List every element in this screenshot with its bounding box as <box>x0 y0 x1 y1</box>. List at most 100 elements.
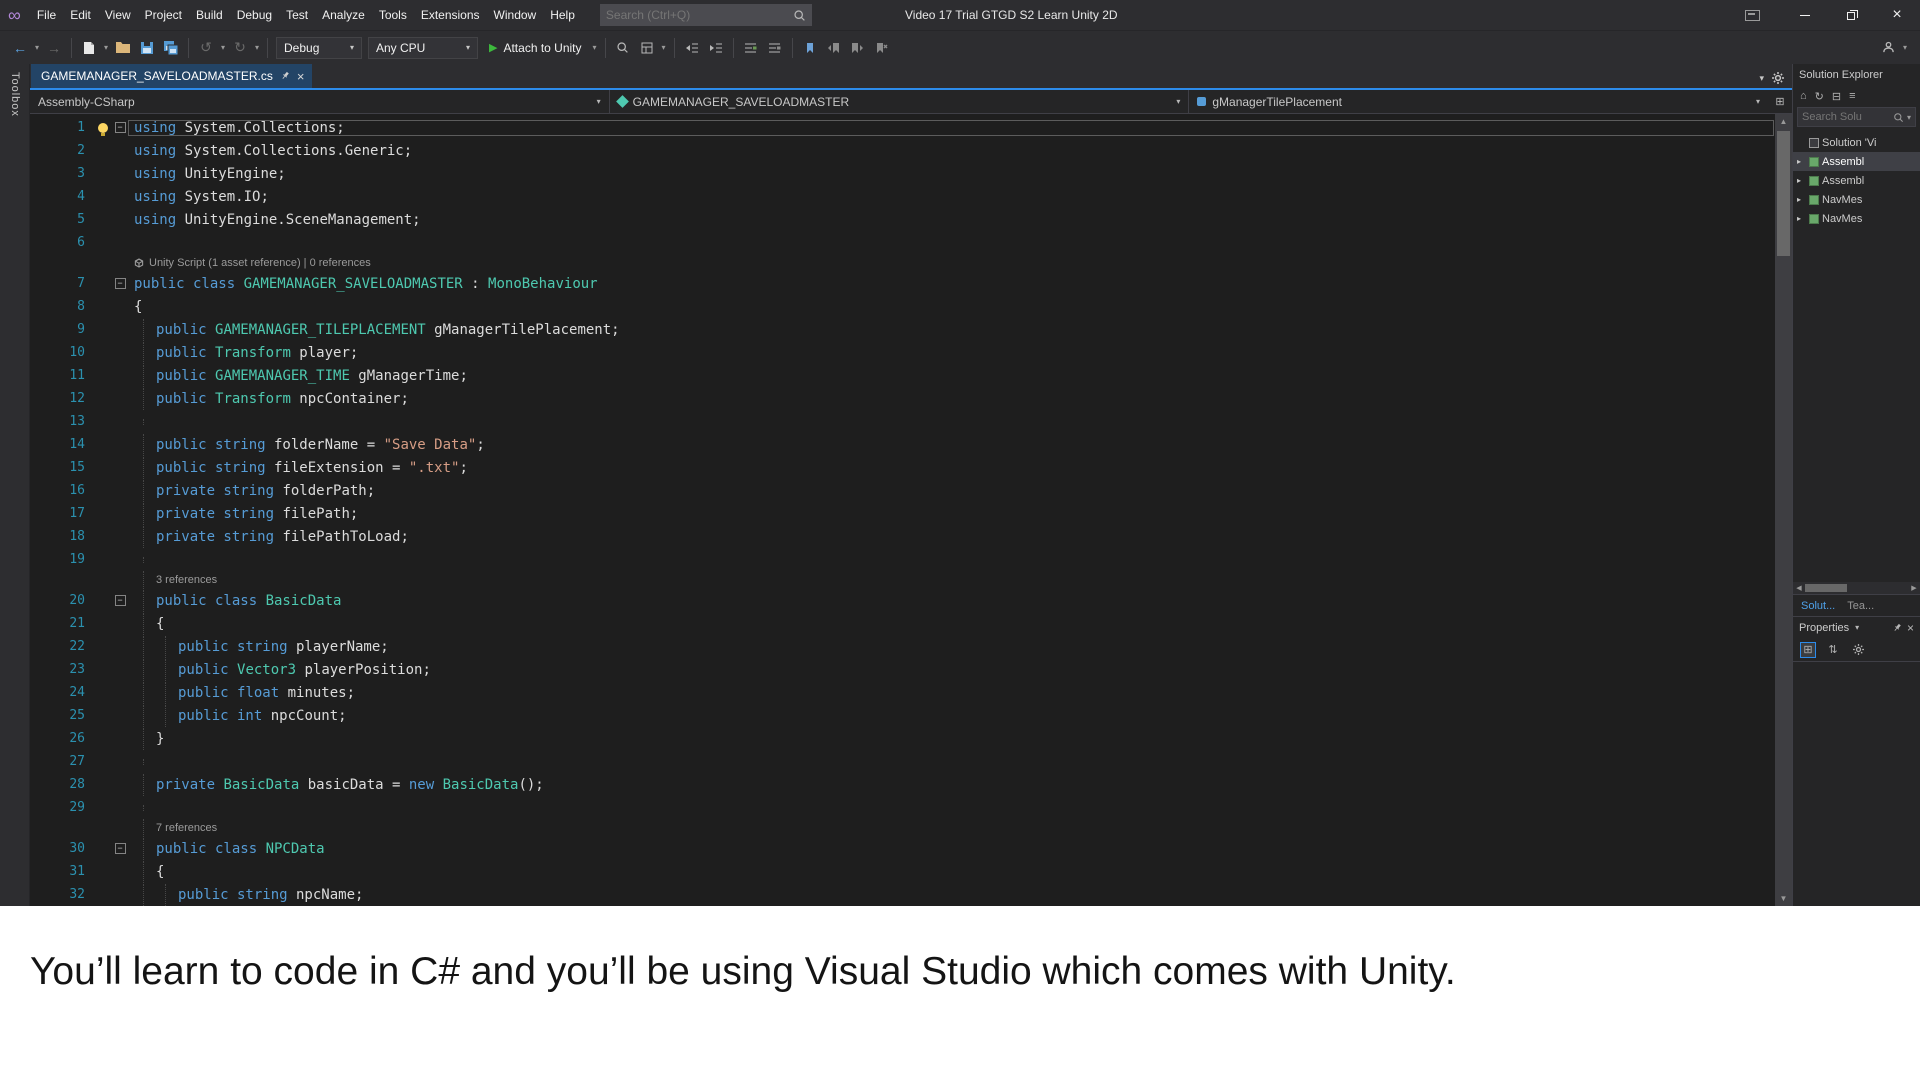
pin-icon[interactable] <box>280 71 290 81</box>
restore-button[interactable] <box>1828 0 1874 30</box>
split-window-icon[interactable]: ⊞ <box>1768 90 1792 113</box>
previous-bookmark-icon[interactable] <box>822 36 846 60</box>
scroll-down-icon[interactable]: ▼ <box>1775 891 1792 906</box>
code-line: 5using UnityEngine.SceneManagement; <box>30 208 1792 231</box>
uncomment-icon[interactable] <box>763 36 787 60</box>
quick-search-input[interactable] <box>606 8 793 22</box>
undo-caret[interactable]: ▾ <box>218 43 228 52</box>
menu-view[interactable]: View <box>98 0 138 30</box>
close-button[interactable]: × <box>1874 0 1920 30</box>
panel-horizontal-scrollbar[interactable]: ◀ ▶ <box>1793 582 1920 594</box>
new-file-caret[interactable]: ▾ <box>101 43 111 52</box>
collapse-toggle-icon[interactable]: − <box>115 278 126 289</box>
scroll-left-icon[interactable]: ◀ <box>1793 584 1805 592</box>
navigate-back-icon[interactable]: ← <box>8 36 32 60</box>
save-icon[interactable] <box>135 36 159 60</box>
expand-arrow-icon[interactable]: ▸ <box>1797 157 1806 166</box>
toggle-bookmark-icon[interactable] <box>798 36 822 60</box>
panel-tab-team-explorer[interactable]: Tea... <box>1843 600 1878 612</box>
quick-search-box[interactable] <box>600 4 812 26</box>
menu-help[interactable]: Help <box>543 0 582 30</box>
collapse-toggle-icon[interactable]: − <box>115 843 126 854</box>
minimize-button[interactable] <box>1782 0 1828 30</box>
toolbox-tab[interactable]: Toolbox <box>9 72 21 117</box>
menu-project[interactable]: Project <box>138 0 189 30</box>
properties-header[interactable]: Properties ▾ × <box>1793 616 1920 638</box>
tree-item-project[interactable]: ▸Assembl <box>1793 171 1920 190</box>
tree-item-project[interactable]: ▸ Assembl <box>1793 152 1920 171</box>
collapse-toggle-icon[interactable]: − <box>115 595 126 606</box>
next-bookmark-icon[interactable] <box>846 36 870 60</box>
undo-icon[interactable]: ↺ <box>194 36 218 60</box>
feedback-icon[interactable] <box>1745 10 1760 21</box>
categorized-icon[interactable]: ⊞ <box>1800 642 1816 658</box>
display-selector-icon[interactable] <box>635 36 659 60</box>
show-all-files-icon[interactable]: ≡ <box>1849 90 1855 102</box>
open-file-icon[interactable] <box>111 36 135 60</box>
expand-arrow-icon[interactable]: ▸ <box>1797 195 1806 204</box>
lightbulb-icon[interactable] <box>98 123 108 133</box>
live-share-caret[interactable]: ▾ <box>1900 43 1910 52</box>
platform-dropdown[interactable]: Any CPU ▾ <box>368 37 478 59</box>
member-dropdown[interactable]: gManagerTilePlacement ▾ <box>1189 90 1768 113</box>
tree-item-project[interactable]: ▸NavMes <box>1793 190 1920 209</box>
new-file-icon[interactable] <box>77 36 101 60</box>
home-icon[interactable]: ⌂ <box>1800 90 1807 102</box>
tree-item-solution[interactable]: Solution 'Vi <box>1793 133 1920 152</box>
redo-icon[interactable]: ↻ <box>228 36 252 60</box>
pin-icon[interactable] <box>1892 623 1902 633</box>
editor-options-gear-icon[interactable] <box>1772 72 1784 84</box>
editor-vertical-scrollbar[interactable]: ▲ ▼ <box>1775 114 1792 906</box>
close-icon[interactable]: × <box>1907 621 1914 635</box>
menu-build[interactable]: Build <box>189 0 230 30</box>
scrollbar-thumb[interactable] <box>1777 131 1790 256</box>
expand-arrow-icon[interactable]: ▸ <box>1797 176 1806 185</box>
menu-file[interactable]: File <box>30 0 63 30</box>
configuration-dropdown[interactable]: Debug ▾ <box>276 37 362 59</box>
codelens-label[interactable]: Unity Script (1 asset reference) | 0 ref… <box>149 257 371 269</box>
display-selector-caret[interactable]: ▾ <box>659 43 669 52</box>
document-list-caret[interactable]: ▾ <box>1759 73 1764 84</box>
type-dropdown[interactable]: GAMEMANAGER_SAVELOADMASTER ▾ <box>610 90 1190 113</box>
scroll-right-icon[interactable]: ▶ <box>1908 584 1920 592</box>
find-in-files-icon[interactable] <box>611 36 635 60</box>
navigate-forward-icon[interactable]: → <box>42 36 66 60</box>
solution-search-box[interactable]: ▾ <box>1797 107 1916 127</box>
expand-arrow-icon[interactable]: ▸ <box>1797 214 1806 223</box>
collapse-all-icon[interactable]: ⊟ <box>1832 90 1841 103</box>
solution-search-input[interactable] <box>1802 111 1890 123</box>
navigate-back-caret[interactable]: ▾ <box>32 43 42 52</box>
menu-extensions[interactable]: Extensions <box>414 0 487 30</box>
menu-tools[interactable]: Tools <box>372 0 414 30</box>
increase-indent-icon[interactable] <box>704 36 728 60</box>
tab-gamemanager-saveloadmaster[interactable]: GAMEMANAGER_SAVELOADMASTER.cs × <box>31 64 312 88</box>
live-share-icon[interactable] <box>1876 36 1900 60</box>
alphabetical-sort-icon[interactable]: ⇅ <box>1825 642 1841 658</box>
tree-item-label: Assembl <box>1822 156 1864 168</box>
decrease-indent-icon[interactable] <box>680 36 704 60</box>
menu-window[interactable]: Window <box>487 0 544 30</box>
refresh-icon[interactable]: ↻ <box>1815 90 1824 103</box>
collapse-toggle-icon[interactable]: − <box>115 122 126 133</box>
redo-caret[interactable]: ▾ <box>252 43 262 52</box>
attach-to-unity-caret[interactable]: ▾ <box>590 43 600 52</box>
menu-edit[interactable]: Edit <box>63 0 98 30</box>
close-tab-icon[interactable]: × <box>297 70 305 83</box>
clear-bookmarks-icon[interactable] <box>870 36 894 60</box>
search-options-caret[interactable]: ▾ <box>1907 113 1911 122</box>
attach-to-unity-button[interactable]: ▶ Attach to Unity <box>481 37 590 59</box>
property-pages-icon[interactable] <box>1850 642 1866 658</box>
project-dropdown[interactable]: Assembly-CSharp ▾ <box>30 90 610 113</box>
codelens-label[interactable]: 3 references <box>156 574 217 586</box>
menu-analyze[interactable]: Analyze <box>315 0 372 30</box>
comment-out-icon[interactable] <box>739 36 763 60</box>
codelens-label[interactable]: 7 references <box>156 822 217 834</box>
code-editor[interactable]: 1−using System.Collections;2using System… <box>30 114 1792 906</box>
panel-tab-solution-explorer[interactable]: Solut... <box>1797 600 1839 612</box>
save-all-icon[interactable] <box>159 36 183 60</box>
tree-item-project[interactable]: ▸NavMes <box>1793 209 1920 228</box>
menu-debug[interactable]: Debug <box>230 0 279 30</box>
scrollbar-thumb[interactable] <box>1805 584 1847 592</box>
scroll-up-icon[interactable]: ▲ <box>1775 114 1792 129</box>
menu-test[interactable]: Test <box>279 0 315 30</box>
